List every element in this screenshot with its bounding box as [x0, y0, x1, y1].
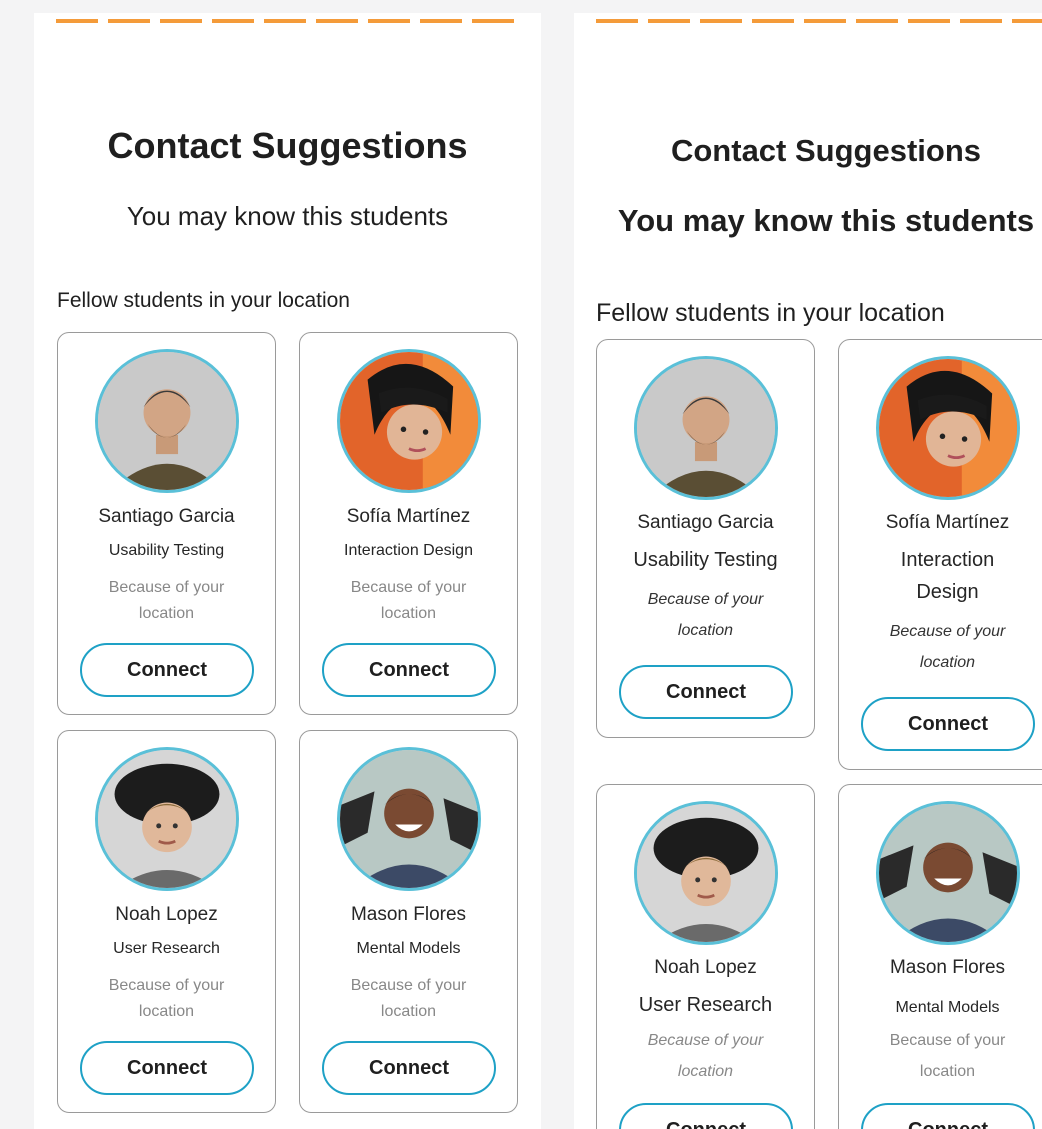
contact-role: Mental Models: [356, 940, 461, 957]
contact-role: Interaction Design: [344, 542, 473, 559]
contact-reason: Because of your location: [350, 977, 467, 1020]
page-title: Contact Suggestions: [670, 133, 981, 168]
connect-button[interactable]: Connect: [619, 1103, 793, 1129]
section-label: Fellow students in your location: [596, 299, 945, 327]
avatar: [876, 356, 1020, 500]
contact-name: Mason Flores: [350, 904, 467, 925]
contact-role: User Research: [113, 940, 220, 957]
section-label: Fellow students in your location: [57, 289, 350, 312]
contact-reason: Because of your location: [647, 591, 764, 639]
contact-card: Santiago Garcia Usability Testing Becaus…: [596, 339, 815, 738]
contact-role: Usability Testing: [633, 549, 778, 571]
contact-reason: Because of your location: [647, 1032, 764, 1080]
connect-button[interactable]: Connect: [861, 1103, 1035, 1129]
page-subtitle: You may know this students: [617, 203, 1035, 238]
contact-card: Mason Flores Mental Models Because of yo…: [299, 730, 518, 1113]
connect-button[interactable]: Connect: [619, 665, 793, 719]
dashed-divider: [56, 19, 516, 23]
avatar: [337, 349, 481, 493]
contact-name: Mason Flores: [889, 957, 1006, 978]
contact-name: Santiago Garcia: [637, 512, 774, 533]
connect-button[interactable]: Connect: [322, 1041, 496, 1095]
contact-card: Sofía Martínez Interaction Design Becaus…: [299, 332, 518, 715]
contact-name: Sofía Martínez: [346, 506, 471, 527]
avatar: [95, 747, 239, 891]
connect-button[interactable]: Connect: [80, 643, 254, 697]
page-title: Contact Suggestions: [107, 125, 468, 166]
contact-reason: Because of your location: [889, 623, 1006, 671]
page-subtitle: You may know this students: [126, 201, 449, 231]
avatar: [95, 349, 239, 493]
contact-card: Santiago Garcia Usability Testing Becaus…: [57, 332, 276, 715]
contact-reason: Because of your location: [108, 977, 225, 1020]
connect-button[interactable]: Connect: [322, 643, 496, 697]
contact-name: Sofía Martínez: [885, 512, 1010, 533]
contact-card: Noah Lopez User Research Because of your…: [57, 730, 276, 1113]
contact-name: Noah Lopez: [654, 957, 757, 978]
avatar: [337, 747, 481, 891]
contact-role: Usability Testing: [108, 542, 225, 559]
contact-role: Mental Models: [895, 999, 1000, 1016]
avatar: [634, 356, 778, 500]
contact-role: User Research: [638, 994, 773, 1016]
contact-card: Sofía Martínez Interaction Design Becaus…: [838, 339, 1042, 770]
contact-card: Noah Lopez User Research Because of your…: [596, 784, 815, 1129]
suggestions-panel-left: Contact Suggestions You may know this st…: [34, 13, 541, 1129]
dashed-divider: [596, 19, 1042, 23]
contact-reason: Because of your location: [350, 579, 467, 622]
connect-button[interactable]: Connect: [861, 697, 1035, 751]
avatar: [634, 801, 778, 945]
avatar: [876, 801, 1020, 945]
contact-name: Noah Lopez: [115, 904, 218, 925]
contact-reason: Because of your location: [108, 579, 225, 622]
connect-button[interactable]: Connect: [80, 1041, 254, 1095]
contact-name: Santiago Garcia: [98, 506, 235, 527]
contact-role: Interaction Design: [900, 549, 995, 603]
suggestions-panel-right: Contact Suggestions You may know this st…: [574, 13, 1042, 1129]
contact-reason: Because of your location: [889, 1032, 1006, 1080]
contact-card: Mason Flores Mental Models Because of yo…: [838, 784, 1042, 1129]
